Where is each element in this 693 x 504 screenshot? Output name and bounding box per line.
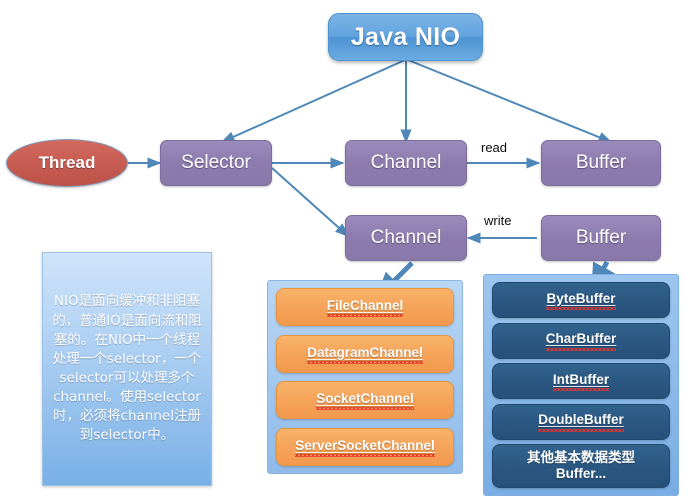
node-channel-read-label: Channel (370, 152, 442, 174)
edge-nio-to-selector (220, 59, 406, 143)
node-java-nio-label: Java NIO (350, 22, 461, 51)
chip-server-socket-channel[interactable]: ServerSocketChannel (276, 427, 454, 466)
chip-int-buffer-label: IntBuffer (552, 372, 610, 392)
chip-byte-buffer[interactable]: ByteBuffer (492, 282, 670, 318)
chip-file-channel[interactable]: FileChannel (276, 288, 454, 326)
node-buffer-write-label: Buffer (575, 227, 627, 249)
node-java-nio[interactable]: Java NIO (328, 13, 483, 61)
edge-nio-to-buffer (407, 59, 613, 143)
node-channel-read[interactable]: Channel (345, 140, 467, 186)
note-box-text: NIO是面向缓冲和非阻塞的，普通IO是面向流和阻塞的。在NIO中一个线程处理一个… (52, 293, 202, 444)
node-thread-label: Thread (38, 153, 96, 173)
channel-implementations-group: FileChannel DatagramChannel SocketChanne… (267, 280, 463, 474)
chip-double-buffer-label: DoubleBuffer (538, 412, 624, 432)
chip-other-primitive-buffers-line1: 其他基本数据类型 (527, 449, 635, 465)
node-buffer-write[interactable]: Buffer (541, 215, 661, 261)
edge-label-read: read (481, 140, 508, 155)
chip-char-buffer-label: CharBuffer (545, 331, 616, 351)
edge-selector-to-channel-write (271, 167, 350, 237)
node-channel-write[interactable]: Channel (345, 215, 467, 261)
edge-label-write: write (484, 213, 512, 228)
chip-file-channel-label: FileChannel (326, 298, 403, 318)
chip-datagram-channel[interactable]: DatagramChannel (276, 334, 454, 373)
note-box: NIO是面向缓冲和非阻塞的，普通IO是面向流和阻塞的。在NIO中一个线程处理一个… (42, 252, 212, 486)
chip-server-socket-channel-label: ServerSocketChannel (295, 438, 435, 458)
node-buffer-read-label: Buffer (575, 152, 627, 174)
node-thread[interactable]: Thread (6, 139, 128, 187)
chip-double-buffer[interactable]: DoubleBuffer (492, 403, 670, 440)
node-selector[interactable]: Selector (160, 140, 272, 186)
chip-other-primitive-buffers-line2: Buffer... (555, 466, 607, 481)
chip-char-buffer[interactable]: CharBuffer (492, 322, 670, 359)
chip-other-primitive-buffers[interactable]: 其他基本数据类型 Buffer... (492, 444, 670, 488)
chip-socket-channel[interactable]: SocketChannel (276, 381, 454, 420)
node-channel-write-label: Channel (370, 227, 442, 249)
node-buffer-read[interactable]: Buffer (541, 140, 661, 186)
diagram-canvas: Buffer --> Channel --> Java NIO Thread S… (0, 0, 693, 504)
node-selector-label: Selector (181, 152, 251, 174)
chip-byte-buffer-label: ByteBuffer (546, 291, 616, 311)
chip-int-buffer[interactable]: IntBuffer (492, 363, 670, 399)
buffer-implementations-group: ByteBuffer CharBuffer IntBuffer DoubleBu… (483, 274, 679, 496)
chip-datagram-channel-label: DatagramChannel (307, 345, 423, 364)
chip-socket-channel-label: SocketChannel (316, 391, 414, 411)
